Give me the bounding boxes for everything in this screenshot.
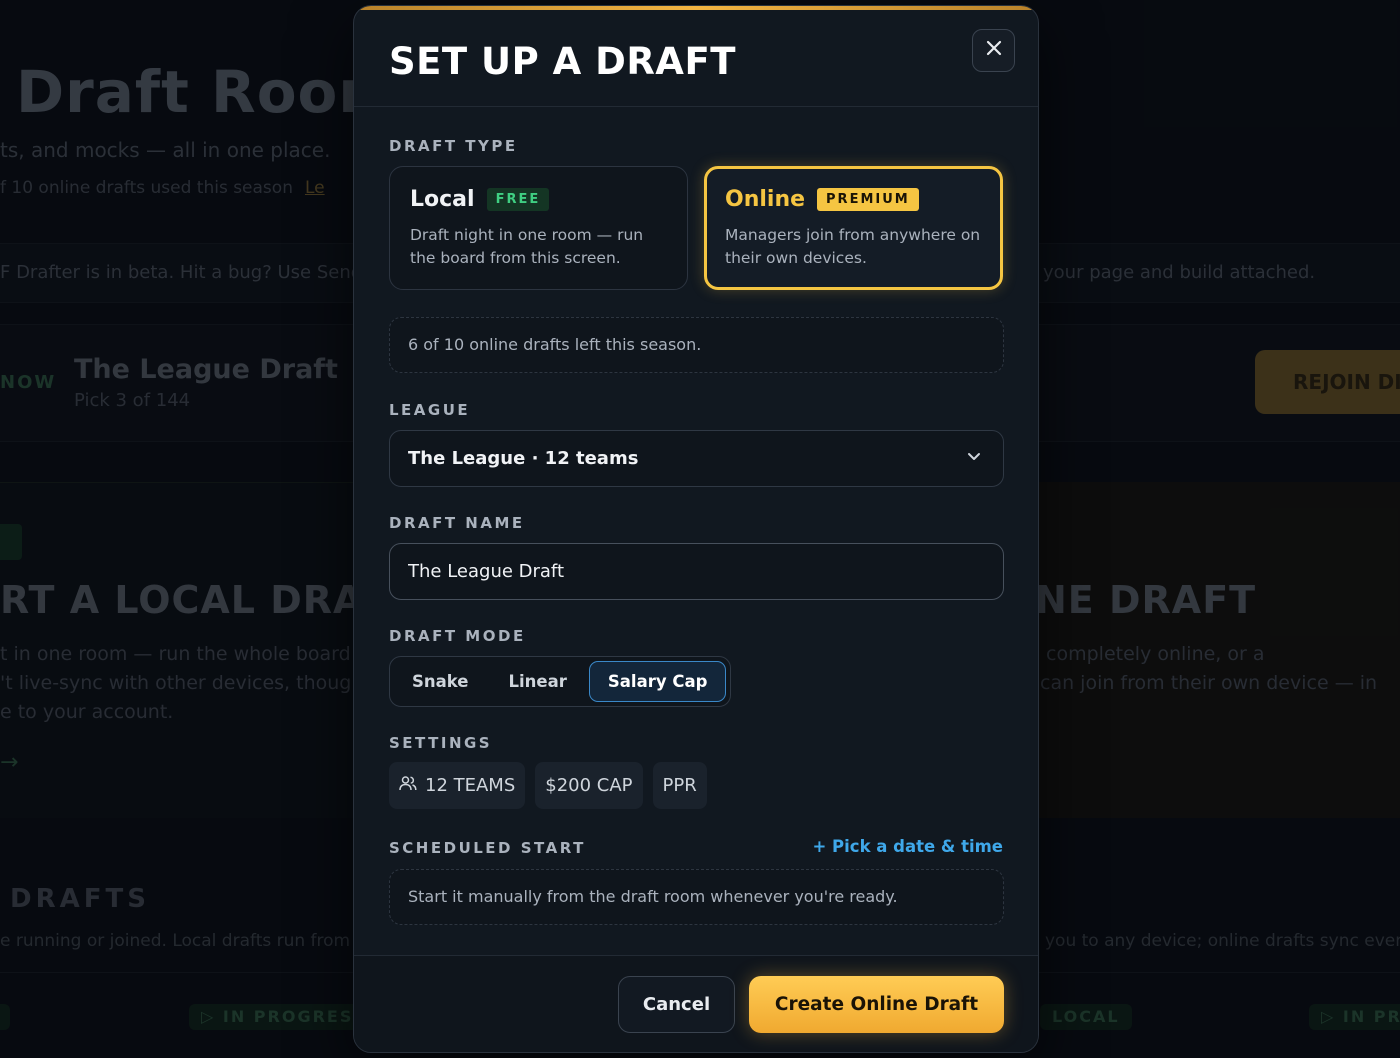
- drafts-left-notice: 6 of 10 online drafts left this season.: [389, 317, 1004, 373]
- modal-title: SET UP A DRAFT: [389, 40, 736, 83]
- cancel-button[interactable]: Cancel: [618, 976, 735, 1033]
- draft-type-desc: Managers join from anywhere on their own…: [725, 226, 981, 267]
- premium-badge: PREMIUM: [817, 188, 919, 211]
- teams-value: 12 TEAMS: [425, 775, 516, 796]
- draft-mode-selector: Snake Linear Salary Cap: [389, 656, 732, 707]
- draft-type-desc: Draft night in one room — run the board …: [410, 226, 644, 267]
- create-online-draft-button[interactable]: Create Online Draft: [749, 976, 1004, 1033]
- users-icon: [399, 775, 417, 796]
- scheduled-start-label: SCHEDULED START: [389, 839, 586, 857]
- chevron-down-icon: [967, 445, 981, 469]
- mode-salary-cap[interactable]: Salary Cap: [588, 661, 727, 702]
- scoring-chip: PPR: [652, 762, 707, 809]
- draft-type-online[interactable]: Online PREMIUM Managers join from anywhe…: [704, 166, 1003, 290]
- draft-name-label: DRAFT NAME: [389, 514, 525, 532]
- scheduled-start-notice: Start it manually from the draft room wh…: [389, 869, 1004, 925]
- settings-chips: 12 TEAMS $200 CAP PPR: [389, 762, 707, 809]
- modal-footer: Cancel Create Online Draft: [354, 955, 1038, 1052]
- close-icon: [985, 38, 1003, 63]
- draft-mode-label: DRAFT MODE: [389, 627, 526, 645]
- teams-chip: 12 TEAMS: [389, 762, 526, 809]
- mode-snake[interactable]: Snake: [394, 661, 487, 702]
- cap-chip: $200 CAP: [535, 762, 643, 809]
- free-badge: FREE: [486, 188, 550, 211]
- draft-name-input[interactable]: [389, 543, 1004, 600]
- settings-label: SETTINGS: [389, 734, 493, 752]
- draft-type-name: Local: [410, 187, 475, 212]
- setup-draft-modal: SET UP A DRAFT DRAFT TYPE Local FREE Dra…: [353, 5, 1039, 1053]
- draft-type-label: DRAFT TYPE: [389, 137, 518, 155]
- league-select-value: The League · 12 teams: [408, 448, 639, 469]
- mode-linear[interactable]: Linear: [491, 661, 585, 702]
- close-button[interactable]: [972, 29, 1015, 72]
- modal-header: SET UP A DRAFT: [354, 6, 1038, 107]
- pick-date-time-link[interactable]: + Pick a date & time: [812, 837, 1003, 856]
- draft-type-name: Online: [725, 187, 806, 212]
- league-select[interactable]: The League · 12 teams: [389, 430, 1004, 487]
- draft-type-local[interactable]: Local FREE Draft night in one room — run…: [389, 166, 688, 290]
- league-label: LEAGUE: [389, 401, 471, 419]
